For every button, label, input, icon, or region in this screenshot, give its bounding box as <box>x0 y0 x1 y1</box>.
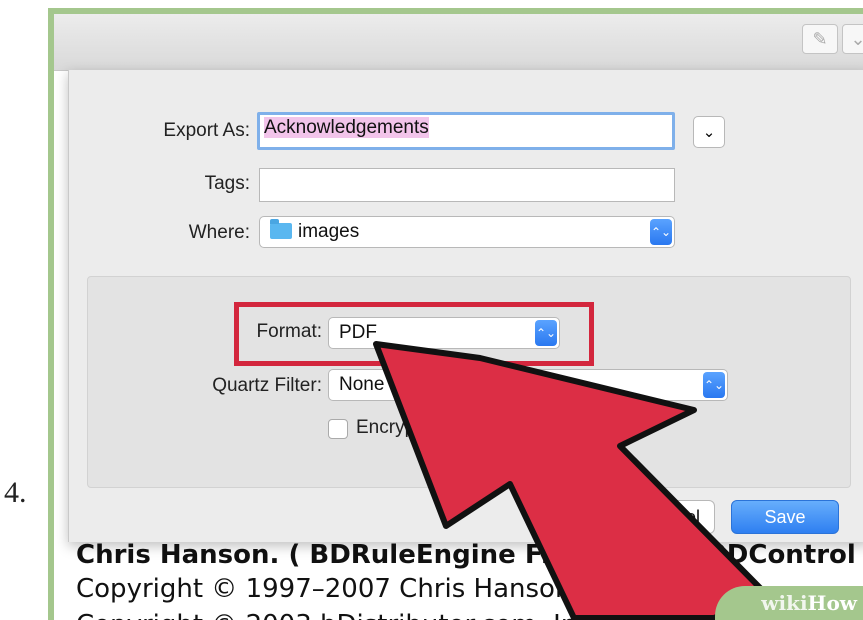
step-number: 4. <box>4 476 27 509</box>
big-red-arrow <box>373 341 773 620</box>
screenshot-frame: Chris Hanson. ( BDRuleEngine Framework, … <box>48 8 863 620</box>
watermark-how: How <box>807 591 857 615</box>
wikihow-watermark: wiki How <box>715 586 863 620</box>
watermark-wiki: wiki <box>761 591 808 615</box>
screenshot-inner: Chris Hanson. ( BDRuleEngine Framework, … <box>54 14 863 620</box>
annotation-arrow <box>373 341 773 620</box>
